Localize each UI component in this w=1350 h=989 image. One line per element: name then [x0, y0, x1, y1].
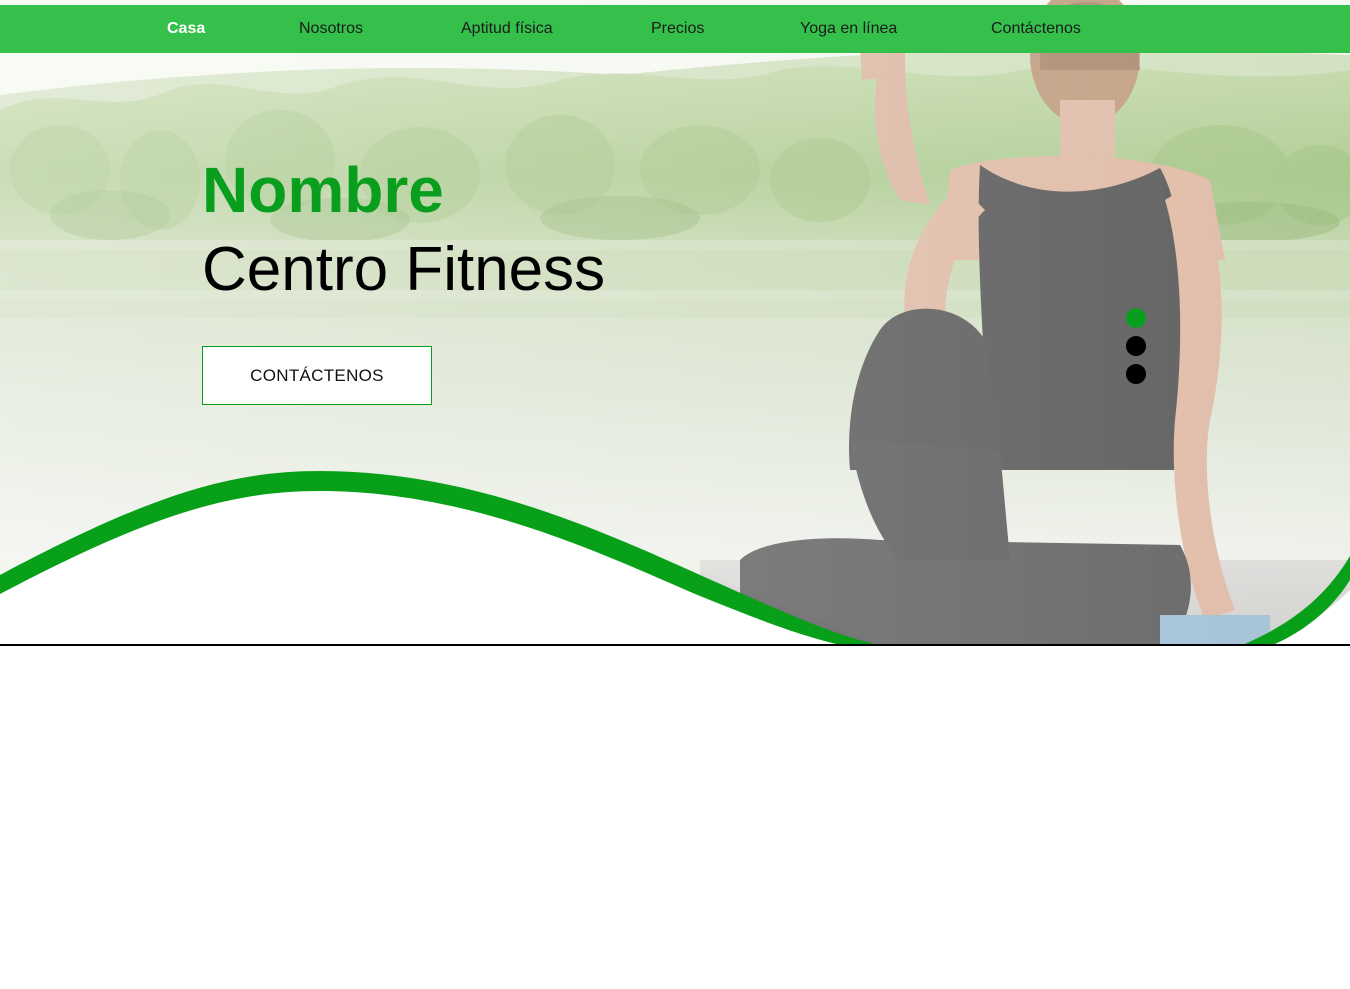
content-area [0, 646, 1350, 989]
nav-item-aptitud-fisica[interactable]: Aptitud física [461, 5, 553, 53]
main-navbar: Casa Nosotros Aptitud física Precios Yog… [0, 5, 1350, 53]
slider-dot-3[interactable] [1126, 364, 1146, 384]
nav-item-precios[interactable]: Precios [651, 5, 704, 53]
slider-dot-2[interactable] [1126, 336, 1146, 356]
hero-title-subtitle: Centro Fitness [202, 235, 606, 304]
hero-bottom-divider [0, 644, 1350, 646]
contact-cta-button[interactable]: CONTÁCTENOS [202, 346, 432, 405]
slider-pagination [1126, 308, 1148, 392]
nav-item-nosotros[interactable]: Nosotros [299, 5, 363, 53]
nav-item-casa[interactable]: Casa [167, 5, 205, 53]
page: Casa Nosotros Aptitud física Precios Yog… [0, 0, 1350, 989]
nav-item-yoga-en-linea[interactable]: Yoga en línea [800, 5, 897, 53]
nav-item-contactenos[interactable]: Contáctenos [991, 5, 1081, 53]
slider-dot-1[interactable] [1126, 308, 1146, 328]
hero-section: Casa Nosotros Aptitud física Precios Yog… [0, 0, 1350, 646]
hero-title: Nombre Centro Fitness [202, 150, 605, 310]
hero-title-brand: Nombre [202, 154, 444, 226]
